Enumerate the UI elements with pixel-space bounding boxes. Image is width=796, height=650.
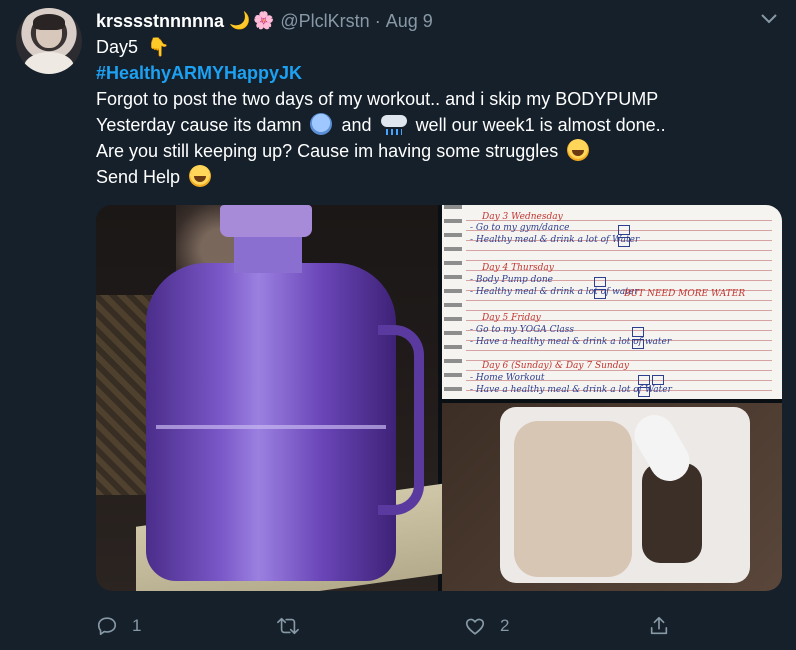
moon-emoji: 🌙 [229, 11, 251, 31]
photo-water-bottle[interactable] [96, 205, 446, 591]
reply-icon [97, 617, 117, 636]
photo-bottle-body [146, 263, 396, 581]
retweet-icon [277, 617, 299, 635]
note-checkbox [638, 375, 650, 385]
note-checkbox [618, 237, 630, 247]
avatar-shoulder [24, 52, 74, 74]
pointing-down-emoji: 👇 [147, 37, 170, 57]
tweet-line-and: and [341, 115, 372, 135]
tweet-line-help: Send Help [96, 167, 181, 187]
media-grid: Day 3 Wednesday - Go to my gym/dance - H… [96, 205, 782, 591]
laughing-emoji [567, 139, 590, 161]
notebook-spiral [444, 205, 462, 399]
photo-bottle-neck [234, 233, 302, 273]
hashtag-link[interactable]: #HealthyARMYHappyJK [96, 63, 302, 83]
photo-notebook[interactable]: Day 3 Wednesday - Go to my gym/dance - H… [442, 205, 782, 399]
tweet-line-keeping: Are you still keeping up? Cause im havin… [96, 141, 559, 161]
more-options-button[interactable] [758, 8, 780, 30]
note-checkbox [632, 327, 644, 337]
note-checkbox [652, 375, 664, 385]
chevron-down-icon [761, 14, 777, 24]
cold-face-emoji [310, 113, 333, 135]
reply-button[interactable]: 1 [96, 612, 141, 640]
note-line: - Healthy meal & drink a lot of water [470, 287, 639, 297]
tweet-date[interactable]: Aug 9 [386, 11, 433, 32]
note-line: - Body Pump done [470, 275, 553, 285]
note-line: BUT NEED MORE WATER [624, 289, 746, 299]
note-checkbox [618, 225, 630, 235]
share-button[interactable] [648, 612, 670, 640]
user-handle[interactable]: @PlclKrstn [280, 11, 369, 32]
laughing-emoji [189, 165, 212, 187]
note-line: Day 4 Thursday [482, 263, 554, 273]
note-checkbox [594, 277, 606, 287]
reply-count: 1 [132, 616, 142, 635]
tweet-line-yesterday: Yesterday cause its damn [96, 115, 302, 135]
action-bar: 1 2 [96, 612, 696, 640]
photo-bottle-cap [220, 205, 312, 237]
like-button[interactable]: 2 [464, 612, 509, 640]
share-icon [650, 616, 668, 635]
note-line: Day 6 (Sunday) & Day 7 Sunday [482, 361, 629, 371]
photo-snack-tray[interactable] [442, 403, 782, 591]
note-line: - Healthy meal & drink a lot of Water [470, 235, 640, 245]
display-name[interactable]: krsssstnnnnna [96, 11, 224, 32]
flower-emoji: 🌸 [253, 11, 275, 31]
tweet[interactable]: krsssstnnnnna 🌙 🌸 @PlclKrstn · Aug 9 Day… [0, 0, 796, 650]
note-checkbox [594, 289, 606, 299]
note-line: Day 3 Wednesday [482, 212, 563, 222]
rain-cloud-emoji [380, 113, 407, 135]
tweet-text: Day5 👇 #HealthyARMYHappyJK Forgot to pos… [96, 34, 786, 190]
avatar-hair [33, 14, 65, 30]
photo-yogurt [514, 421, 632, 577]
tweet-line-day: Day5 [96, 37, 139, 57]
tweet-line-week: well our week1 is almost done.. [415, 115, 666, 135]
avatar[interactable] [16, 8, 82, 74]
retweet-button[interactable] [276, 612, 314, 640]
photo-bottle-handle [378, 325, 424, 515]
separator-dot: · [374, 10, 381, 31]
note-line: Day 5 Friday [482, 313, 541, 323]
heart-icon [465, 618, 485, 635]
tweet-header: krsssstnnnnna 🌙 🌸 @PlclKrstn · Aug 9 [96, 10, 433, 32]
like-count: 2 [500, 616, 510, 635]
note-checkbox [638, 387, 650, 397]
note-line: - Go to my YOGA Class [470, 325, 574, 335]
note-checkbox [632, 339, 644, 349]
note-line: - Go to my gym/dance [470, 223, 570, 233]
tweet-line-forgot: Forgot to post the two days of my workou… [96, 89, 659, 109]
note-line: - Home Workout [470, 373, 545, 383]
photo-water-line [156, 425, 386, 429]
